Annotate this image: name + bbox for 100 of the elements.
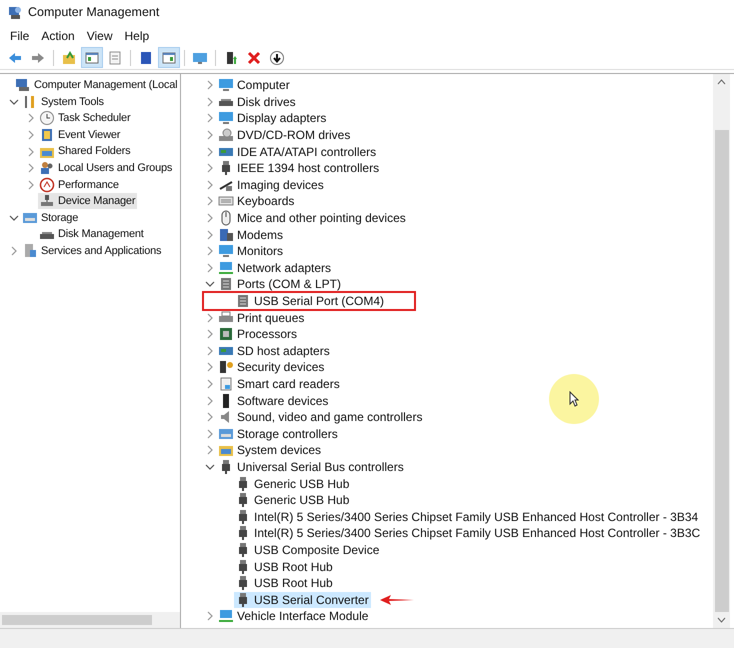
- item-label: Task Scheduler: [58, 111, 130, 126]
- monitor-icon: [218, 77, 234, 94]
- horizontal-scrollbar[interactable]: [0, 612, 180, 628]
- item-label: Computer: [237, 77, 290, 94]
- tree-item[interactable]: Disk Management: [38, 226, 146, 243]
- item-label: Disk Management: [58, 227, 144, 242]
- tree-item[interactable]: Smart card readers: [217, 376, 342, 392]
- tree-item[interactable]: Keyboards: [217, 193, 296, 210]
- monitor-icon: [218, 243, 234, 260]
- tree-item[interactable]: Monitors: [217, 243, 286, 260]
- item-label: IEEE 1394 host controllers: [237, 160, 380, 178]
- item-label: Keyboards: [237, 193, 294, 210]
- item-label: Generic USB Hub: [254, 476, 350, 493]
- tree-item[interactable]: USB Root Hub: [234, 558, 335, 575]
- port-icon: [218, 276, 234, 292]
- menu-item[interactable]: Action: [35, 26, 81, 44]
- folder-icon: [61, 50, 77, 66]
- tree-item[interactable]: System devices: [217, 442, 324, 458]
- item-label: USB Root Hub: [254, 558, 333, 576]
- item-label: Device Manager: [58, 194, 136, 210]
- tree-item[interactable]: Task Scheduler: [38, 110, 132, 126]
- item-label: Mice and other pointing devices: [237, 210, 406, 228]
- tree-item[interactable]: Services and Applications: [21, 243, 164, 260]
- tree-item[interactable]: Computer Management (Local: [14, 77, 180, 94]
- item-label: Software devices: [237, 392, 328, 410]
- tree-item[interactable]: Security devices: [217, 359, 326, 376]
- tree-item[interactable]: IEEE 1394 host controllers: [217, 160, 382, 176]
- tree-item[interactable]: Disk drives: [217, 94, 298, 110]
- modem-icon: [218, 226, 234, 243]
- item-label: Modems: [237, 226, 284, 244]
- tree-item[interactable]: Universal Serial Bus controllers: [217, 458, 406, 475]
- item-label: Monitors: [237, 243, 284, 260]
- tree-item[interactable]: Local Users and Groups: [38, 160, 174, 176]
- item-label: System devices: [237, 442, 322, 460]
- window-title: Computer Management: [28, 4, 160, 22]
- tree-item[interactable]: System Tools: [21, 94, 106, 110]
- tree-item[interactable]: Vehicle Interface Module: [217, 608, 370, 624]
- computer-icon: [15, 77, 31, 94]
- item-label: Event Viewer: [58, 128, 120, 143]
- item-label: Generic USB Hub: [254, 492, 350, 510]
- gauge-icon: [39, 176, 55, 193]
- monitor-icon: [218, 110, 234, 126]
- tree-item[interactable]: IDE ATA/ATAPI controllers: [217, 144, 378, 160]
- item-label: USB Serial Converter: [254, 592, 369, 609]
- tree-item[interactable]: Performance: [38, 176, 121, 193]
- network-icon: [218, 608, 234, 624]
- item-label: Smart card readers: [237, 376, 340, 393]
- sheet-icon: [107, 50, 123, 66]
- item-label: Sound, video and game controllers: [237, 409, 422, 426]
- tree-item[interactable]: USB Root Hub: [234, 575, 335, 592]
- tree-item[interactable]: Shared Folders: [38, 144, 132, 160]
- tree-item[interactable]: SD host adapters: [217, 342, 332, 359]
- book-icon: [39, 127, 55, 144]
- tree-item[interactable]: Generic USB Hub: [234, 492, 352, 508]
- close-icon: [246, 50, 262, 66]
- item-label: Shared Folders: [58, 144, 130, 160]
- tree-item[interactable]: Device Manager: [38, 193, 138, 210]
- users-icon: [39, 160, 55, 176]
- panel-icon: [84, 50, 100, 66]
- tree-item[interactable]: USB Composite Device: [234, 542, 382, 558]
- services-icon: [22, 243, 38, 260]
- tree-item[interactable]: DVD/CD-ROM drives: [217, 127, 352, 144]
- item-label: Storage: [41, 210, 78, 226]
- drive-icon: [218, 127, 234, 144]
- item-label: USB Composite Device: [254, 542, 380, 559]
- port-icon: [235, 293, 251, 310]
- tree-item[interactable]: USB Serial Converter: [234, 592, 371, 608]
- menu-item[interactable]: Help: [118, 26, 156, 44]
- menu-item[interactable]: View: [80, 26, 118, 44]
- item-label: Storage controllers: [237, 426, 338, 443]
- tree-item[interactable]: Storage controllers: [217, 426, 340, 442]
- tree-item[interactable]: Generic USB Hub: [234, 476, 352, 492]
- menu-item[interactable]: File: [4, 26, 36, 44]
- tree-item[interactable]: Event Viewer: [38, 127, 122, 144]
- tree-item[interactable]: Mice and other pointing devices: [217, 210, 408, 226]
- item-label: Services and Applications: [41, 244, 162, 259]
- item-label: Computer Management (Local: [34, 78, 178, 94]
- tree-item[interactable]: Print queues: [217, 310, 306, 326]
- tree-item[interactable]: Software devices: [217, 392, 330, 409]
- panel-icon: [161, 50, 177, 66]
- tree-item[interactable]: Processors: [217, 326, 300, 342]
- network-icon: [218, 260, 234, 276]
- app-icon: [8, 6, 22, 20]
- vertical-scrollbar[interactable]: [713, 74, 730, 628]
- tree-item[interactable]: Computer: [217, 77, 292, 94]
- tree-item[interactable]: Display adapters: [217, 110, 328, 126]
- item-label: DVD/CD-ROM drives: [237, 127, 350, 144]
- clock-icon: [39, 110, 55, 126]
- item-label: Imaging devices: [237, 176, 324, 194]
- highlight-frame[interactable]: USB Serial Port (COM4): [204, 293, 414, 310]
- tree-item[interactable]: Modems: [217, 226, 286, 243]
- chip-icon: [218, 326, 234, 342]
- item-label: Disk drives: [237, 94, 296, 111]
- tree-item[interactable]: Network adapters: [217, 260, 334, 276]
- tree-item[interactable]: Ports (COM & LPT): [217, 276, 344, 292]
- item-label: Print queues: [237, 310, 304, 327]
- item-label: USB Root Hub: [254, 575, 333, 592]
- tree-item[interactable]: Sound, video and game controllers: [217, 409, 424, 426]
- tree-item[interactable]: Storage: [21, 210, 80, 226]
- tree-item[interactable]: Imaging devices: [217, 176, 326, 193]
